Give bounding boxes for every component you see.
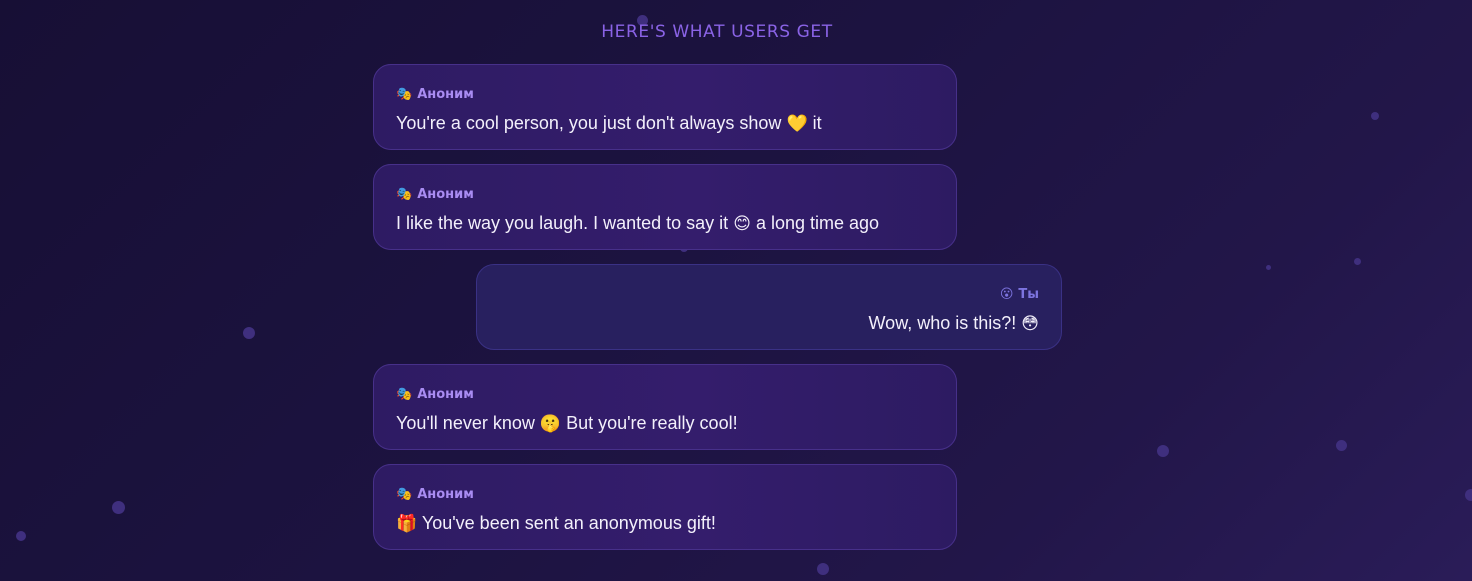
message-text-part: You'll never know xyxy=(396,413,535,433)
theater-masks-icon: 🎭 xyxy=(396,187,413,202)
sender-name: Аноним xyxy=(417,87,474,102)
background-particle xyxy=(1354,258,1361,265)
message-text-part: But you're really cool! xyxy=(566,413,738,433)
background-particle xyxy=(1336,440,1347,451)
message-text: You'll never know 🤫 But you're really co… xyxy=(396,412,934,435)
flushed-face-icon: 😳 xyxy=(1021,314,1039,334)
message-text-part: You're a cool person, you just don't alw… xyxy=(396,113,782,133)
sender-name: Аноним xyxy=(417,387,474,402)
sender-name: Аноним xyxy=(417,187,474,202)
message-text: 🎁 You've been sent an anonymous gift! xyxy=(396,512,934,535)
message-text-part: Wow, who is this?! xyxy=(868,313,1017,333)
message-text-part: it xyxy=(812,113,822,133)
background-particle xyxy=(1266,265,1271,270)
message-text: You're a cool person, you just don't alw… xyxy=(396,112,934,135)
background-particle xyxy=(112,501,125,514)
message-sender: 🎭 Аноним xyxy=(396,485,934,505)
surprised-face-icon: 😮 xyxy=(999,287,1014,302)
message-bubble-anonymous: 🎭 Аноним 🎁 You've been sent an anonymous … xyxy=(373,464,957,550)
shushing-face-icon: 🤫 xyxy=(539,414,562,434)
background-particle xyxy=(817,563,829,575)
message-bubble-anonymous: 🎭 Аноним You're a cool person, you just d… xyxy=(373,64,957,150)
message-text: I like the way you laugh. I wanted to sa… xyxy=(396,212,934,235)
message-sender: 🎭 Аноним xyxy=(396,385,934,405)
gift-icon: 🎁 xyxy=(396,514,418,534)
background-particle xyxy=(243,327,255,339)
message-bubble-anonymous: 🎭 Аноним You'll never know 🤫 But you're r… xyxy=(373,364,957,450)
message-text: Wow, who is this?! 😳 xyxy=(499,312,1039,335)
sender-name: Ты xyxy=(1018,287,1039,302)
yellow-heart-icon: 💛 xyxy=(786,114,808,134)
background-particle xyxy=(1157,445,1169,457)
theater-masks-icon: 🎭 xyxy=(396,487,413,502)
background-particle xyxy=(1465,489,1472,501)
theater-masks-icon: 🎭 xyxy=(396,87,413,102)
message-text-part: a long time ago xyxy=(755,213,880,233)
message-sender: 🎭 Аноним xyxy=(396,185,934,205)
section-heading: HERE'S WHAT USERS GET xyxy=(601,22,833,42)
sender-name: Аноним xyxy=(417,487,474,502)
message-bubble-anonymous: 🎭 Аноним I like the way you laugh. I want… xyxy=(373,164,957,250)
smiling-face-icon: 😊 xyxy=(733,214,751,234)
background-particle xyxy=(16,531,26,541)
theater-masks-icon: 🎭 xyxy=(396,387,413,402)
background-particle xyxy=(1371,112,1379,120)
message-text-part: You've been sent an anonymous gift! xyxy=(421,513,716,533)
message-sender: 😮 Ты xyxy=(499,285,1039,305)
message-bubble-own: 😮 Ты Wow, who is this?! 😳 xyxy=(476,264,1062,350)
message-sender: 🎭 Аноним xyxy=(396,85,934,105)
message-text-part: I like the way you laugh. I wanted to sa… xyxy=(396,213,729,233)
